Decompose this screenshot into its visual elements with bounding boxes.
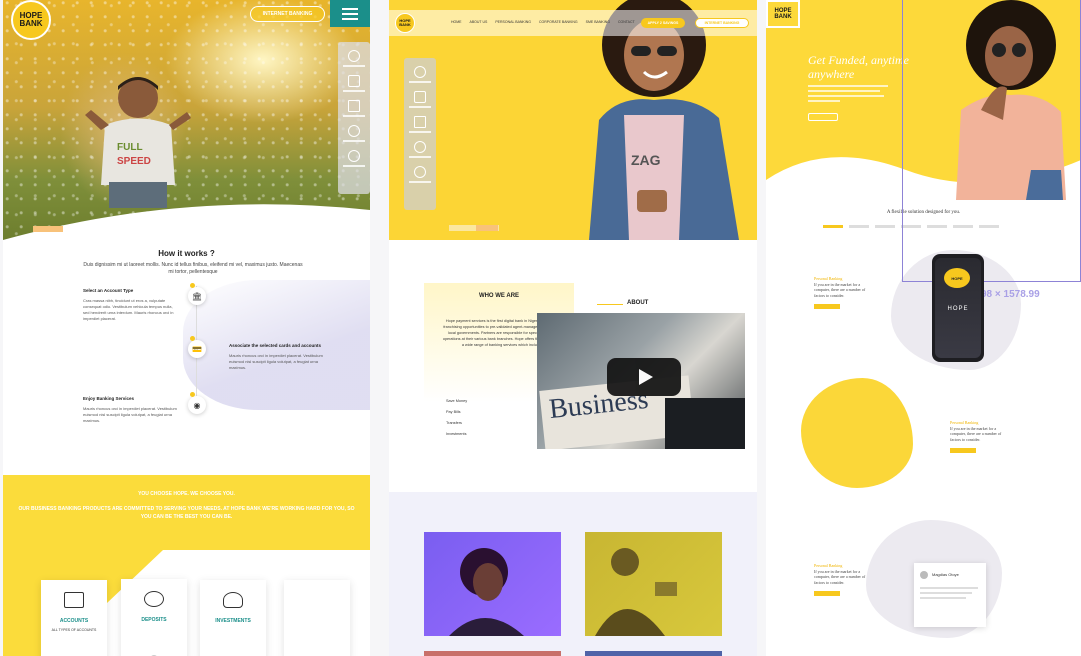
hamburger-menu-icon[interactable] <box>330 0 370 27</box>
hero-woman-image: ZAG <box>589 0 739 240</box>
bank-icon <box>64 592 84 608</box>
internet-banking-button[interactable]: INTERNET BANKING <box>695 18 749 28</box>
feature-3-button[interactable] <box>814 591 840 597</box>
phone-logo: HOPE <box>944 268 970 288</box>
rail-edit-icon[interactable] <box>338 75 370 92</box>
step1-bank-icon: 🏛 <box>188 287 206 305</box>
step-1: Select an Account Type Cras massa nibh, t… <box>83 288 174 321</box>
money-bag-icon <box>223 592 243 608</box>
service-save-money[interactable]: Save Money <box>446 396 467 407</box>
nav-contact[interactable]: CONTACT <box>618 20 635 24</box>
feature-block-1: Personal Banking If you are in the market… <box>814 276 866 310</box>
service-card-investments[interactable]: INVESTMENTS <box>200 580 266 656</box>
nav-sme-banking[interactable]: SME BANKING <box>586 20 610 24</box>
nav-corporate-banking[interactable]: CORPORATE BANKING <box>539 20 578 24</box>
carousel-indicator[interactable] <box>33 226 63 232</box>
hero-subtitle <box>808 85 888 102</box>
nav-personal-banking[interactable]: PERSONAL BANKING <box>495 20 531 24</box>
feature-block-3: Personal Banking If you are in the market… <box>814 563 866 597</box>
feature-tab-2[interactable] <box>849 225 869 228</box>
rail-network-icon[interactable] <box>404 166 436 183</box>
hope-bank-logo[interactable]: HOPE BANK <box>11 0 51 40</box>
svg-text:FULL: FULL <box>117 142 143 153</box>
yellow-blob <box>801 378 913 488</box>
feature-tab-1[interactable] <box>823 225 843 228</box>
gallery-photo-4[interactable] <box>585 651 722 656</box>
play-icon[interactable] <box>607 358 681 396</box>
svg-text:SPEED: SPEED <box>117 156 151 167</box>
kid-figure: FULL SPEED <box>85 77 191 208</box>
quick-links-rail <box>404 58 436 210</box>
rail-agent-icon[interactable] <box>338 125 370 142</box>
measure-overlay <box>902 0 1081 282</box>
rail-user-icon[interactable] <box>338 50 370 67</box>
internet-banking-button[interactable]: INTERNET BANKING <box>250 6 325 22</box>
profile-name: Magdias Otoye <box>932 572 959 577</box>
hope-bank-logo[interactable]: HOPE BANK <box>766 0 800 28</box>
service-card-4[interactable] <box>284 580 350 656</box>
rail-bank-icon[interactable] <box>404 116 436 133</box>
step2-number <box>190 336 195 341</box>
rail-bank-icon[interactable] <box>338 100 370 117</box>
step-2: Associate the selected cards and account… <box>229 343 323 370</box>
rail-agent-icon[interactable] <box>404 141 436 158</box>
nav-home[interactable]: HOME <box>451 20 462 24</box>
apply-savings-button[interactable]: APPLY 2 SAVINGS <box>641 18 685 28</box>
promo-text: OUR BUSINESS BANKING PRODUCTS ARE COMMIT… <box>18 506 355 520</box>
how-it-works-subtitle: Duis dignissim mi ut laoreet mollis. Nun… <box>83 262 303 275</box>
service-pay-bills[interactable]: Pay Bills <box>446 407 467 418</box>
hand-shadow <box>665 398 745 449</box>
step2-card-icon: 💳 <box>188 340 206 358</box>
main-nav: HOME ABOUT US PERSONAL BANKING CORPORATE… <box>451 20 635 24</box>
homepage-mockup-2: ZAG HOPE BANK HOME ABOUT US PERSONAL BANK… <box>389 0 757 656</box>
phone-brand: HOPE <box>947 306 969 312</box>
promo-headline: YOU CHOOSE HOPE. WE CHOOSE YOU. <box>138 491 235 497</box>
homepage-mockup-1: FULL SPEED HOPE BANK INTERNET BANKING How… <box>3 0 370 656</box>
gallery-photo-3[interactable] <box>424 651 561 656</box>
phone-mockup: HOPE HOPE <box>932 254 984 362</box>
service-transfers[interactable]: Transfers <box>446 418 467 429</box>
quick-links-rail <box>338 42 370 194</box>
carousel-indicator-active[interactable] <box>476 225 498 231</box>
about-underline <box>597 304 623 305</box>
svg-text:ZAG: ZAG <box>631 152 661 168</box>
hero-cta-button[interactable] <box>808 113 838 121</box>
service-card-deposits[interactable]: DEPOSITS <box>121 579 187 656</box>
hope-bank-logo[interactable]: HOPE BANK <box>395 13 415 33</box>
service-investments[interactable]: Investments <box>446 429 467 440</box>
gallery-photo-man-phone[interactable] <box>585 532 722 636</box>
measure-readout: 98 × 1578.99 <box>981 289 1040 300</box>
nav-about-us[interactable]: ABOUT US <box>470 20 488 24</box>
rail-edit-icon[interactable] <box>404 91 436 108</box>
avatar <box>920 571 928 579</box>
gallery-photo-woman-phone[interactable] <box>424 532 561 636</box>
services-list: Save Money Pay Bills Transfers Investmen… <box>446 396 467 440</box>
step1-number <box>190 283 195 288</box>
about-video[interactable]: Business <box>537 313 745 449</box>
rail-user-icon[interactable] <box>404 66 436 83</box>
service-card-accounts[interactable]: ACCOUNTS ALL TYPES OF ACCOUNTS <box>41 580 107 656</box>
feature-tab-3[interactable] <box>875 225 895 228</box>
about-heading: ABOUT <box>627 300 649 306</box>
piggy-bank-icon <box>144 591 164 607</box>
homepage-mockup-3: HOPE BANK Get Funded, anytime anywhere A … <box>766 0 1081 656</box>
feature-2-button[interactable] <box>950 448 976 454</box>
feature-1-button[interactable] <box>814 304 840 310</box>
who-we-are-title: WHO WE ARE <box>478 293 520 299</box>
step3-globe-icon: ◉ <box>188 396 206 414</box>
how-it-works-title: How it works ? <box>158 249 215 258</box>
step-3: Enjoy Banking Services Mauris rhoncus orc… <box>83 396 177 423</box>
profile-card: Magdias Otoye <box>914 563 986 627</box>
rail-network-icon[interactable] <box>338 150 370 167</box>
feature-block-2: Personal Banking If you are in the market… <box>950 420 1002 454</box>
step3-number <box>190 392 195 397</box>
